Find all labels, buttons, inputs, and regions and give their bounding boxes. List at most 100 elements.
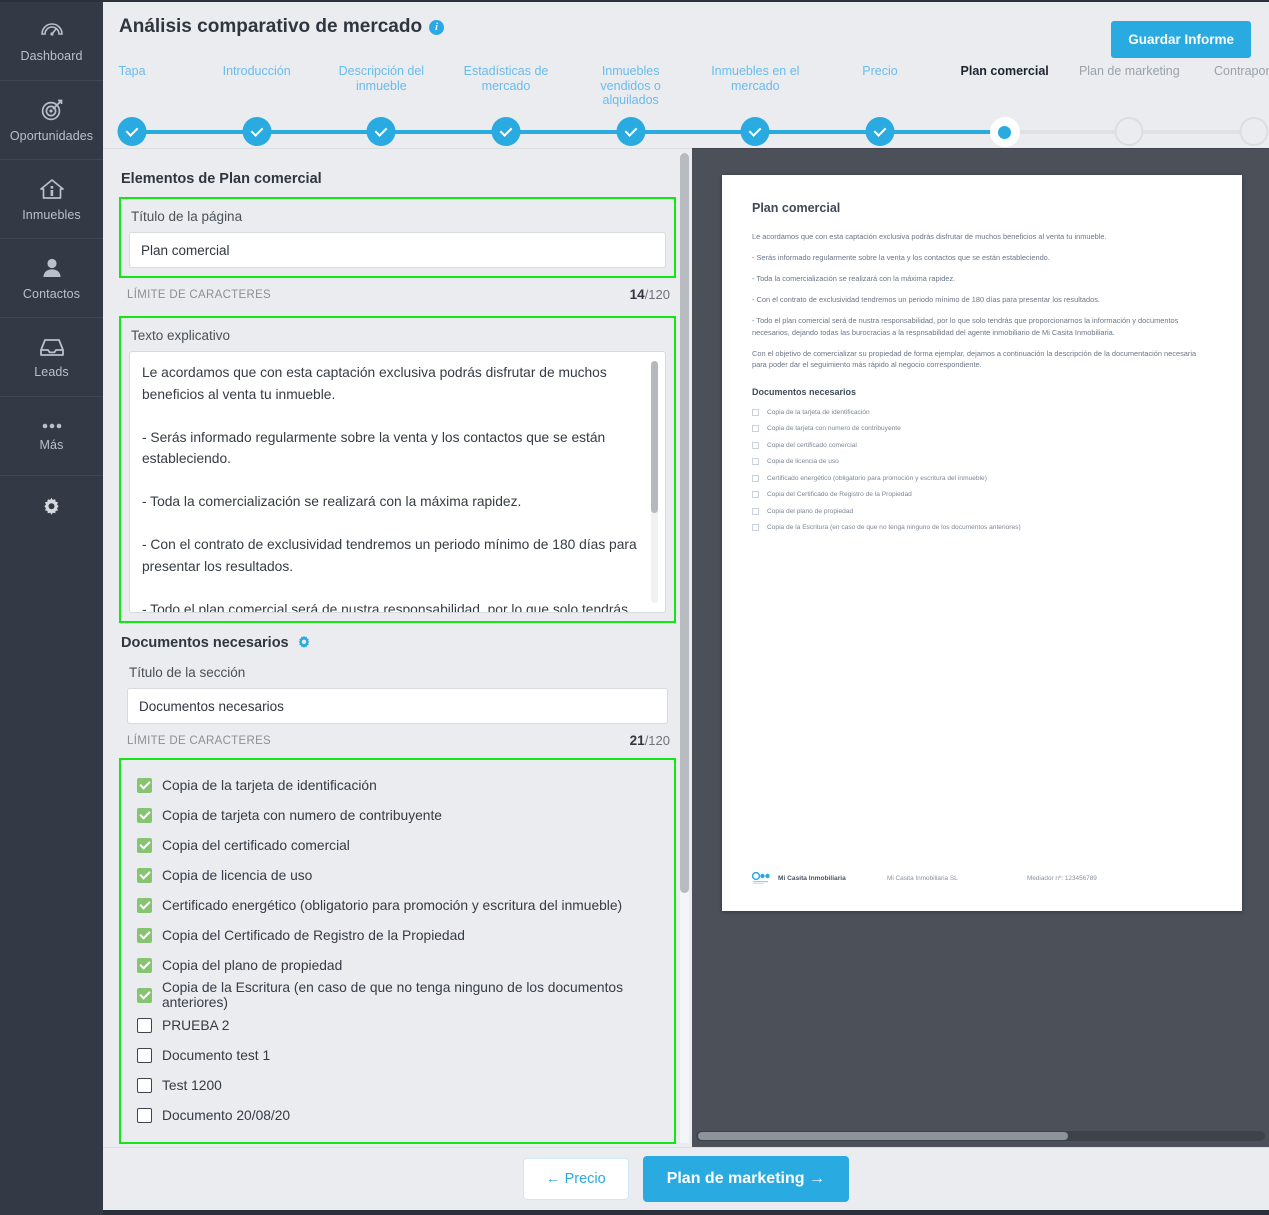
page-title-input[interactable] [129, 232, 666, 268]
document-checkbox-row[interactable]: PRUEBA 2 [137, 1010, 664, 1040]
stepper-dot-7[interactable] [865, 117, 895, 146]
preview-document-row: Copia de la Escritura (en caso de que no… [752, 524, 1212, 531]
section-title-label: Título de la sección [129, 665, 246, 680]
document-checkbox-label: Documento 20/08/20 [162, 1107, 291, 1123]
sidebar-item-leads[interactable]: Leads [0, 318, 103, 397]
checkbox-checked-icon[interactable] [137, 837, 152, 853]
document-checkbox-label: Copia de la tarjeta de identificación [162, 777, 377, 793]
preview-horizontal-scrollbar[interactable] [696, 1131, 1265, 1141]
document-checkbox-row[interactable]: Test 1200 [137, 1070, 664, 1100]
checkbox-unchecked-icon[interactable] [137, 1077, 152, 1093]
form-scrollbar[interactable] [680, 153, 689, 1143]
textarea-scroll-thumb[interactable] [651, 361, 658, 513]
checkbox-checked-icon[interactable] [137, 897, 152, 913]
document-checkbox-row[interactable]: Documento 20/08/20 [137, 1100, 664, 1130]
info-icon[interactable]: i [429, 19, 445, 35]
checkbox-unchecked-icon[interactable] [137, 1107, 152, 1123]
preview-paragraph: Le acordamos que con esta captación excl… [752, 232, 1107, 241]
preview-document-label: Copia de licencia de uso [767, 458, 839, 465]
sidebar-settings-button[interactable] [0, 476, 103, 536]
document-checkbox-label: Copia de tarjeta con numero de contribuy… [162, 807, 442, 823]
limit-current: 14 [629, 287, 645, 302]
checkbox-unchecked-icon [752, 425, 759, 432]
checkbox-unchecked-icon[interactable] [137, 1047, 152, 1063]
document-checkbox-row[interactable]: Copia del Certificado de Registro de la … [137, 920, 664, 950]
document-checkbox-row[interactable]: Copia de la Escritura (en caso de que no… [137, 980, 664, 1010]
sidebar-item-mas[interactable]: Más [0, 397, 103, 476]
stepper-label-5[interactable]: Inmuebles vendidos o alquilados [576, 64, 686, 108]
sidebar-item-oportunidades[interactable]: Oportunidades [0, 81, 103, 160]
save-report-button[interactable]: Guardar Informe [1111, 21, 1251, 58]
preview-mediator-number: Mediador nº: 123456789 [1027, 874, 1097, 882]
sidebar-item-contactos[interactable]: Contactos [0, 239, 103, 318]
limit-max: /120 [644, 287, 670, 302]
previous-step-button[interactable]: ← Precio [523, 1158, 629, 1200]
page-title-limit-row: LÍMITE DE CARACTERES 14/120 [119, 278, 676, 302]
elements-section-title: Elementos de Plan comercial [121, 171, 322, 187]
document-checkbox-row[interactable]: Documento test 1 [137, 1040, 664, 1070]
stepper-label-9[interactable]: Plan de marketing [1064, 64, 1194, 79]
preview-scroll-thumb[interactable] [698, 1132, 1068, 1140]
document-checkbox-row[interactable]: Copia de tarjeta con numero de contribuy… [137, 800, 664, 830]
checkbox-unchecked-icon [752, 474, 759, 482]
checkbox-checked-icon[interactable] [137, 987, 152, 1003]
stepper-dot-2[interactable] [242, 117, 272, 146]
document-checkbox-label: Copia del Certificado de Registro de la … [162, 927, 465, 943]
document-checkbox-row[interactable]: Copia del plano de propiedad [137, 950, 664, 980]
section-title-input[interactable] [127, 688, 668, 724]
stepper-dot-4[interactable] [491, 117, 521, 146]
sidebar-item-inmuebles[interactable]: Inmuebles [0, 160, 103, 239]
preview-paragraphs: Le acordamos que con esta captación excl… [752, 231, 1212, 371]
stepper-dot-6[interactable] [740, 117, 770, 146]
document-checkbox-label: Certificado energético (obligatorio para… [162, 897, 623, 913]
preview-document-row: Copia de tarjeta con numero de contribuy… [752, 425, 1212, 432]
checkbox-checked-icon[interactable] [137, 927, 152, 943]
stepper-label-6[interactable]: Inmuebles en el mercado [700, 64, 810, 93]
stepper-label-10[interactable]: Contraportada [1189, 64, 1269, 79]
checkbox-checked-icon[interactable] [137, 777, 152, 793]
limit-max: /120 [644, 733, 670, 748]
textarea-scrollbar[interactable] [651, 361, 658, 603]
page-title-field-group: Título de la página [119, 197, 676, 278]
preview-paragraph: - Con el contrato de exclusividad tendre… [752, 295, 1100, 304]
explanatory-label: Texto explicativo [131, 328, 231, 343]
stepper-label-3[interactable]: Descripción del inmueble [326, 64, 436, 93]
stepper-dot-9[interactable] [1114, 117, 1144, 146]
form-scroll-thumb[interactable] [680, 153, 689, 893]
document-checkbox-label: Copia de licencia de uso [162, 867, 313, 883]
stepper-label-1[interactable]: Tapa [77, 64, 187, 79]
stepper-dot-5[interactable] [616, 117, 646, 146]
preview-document-row: Certificado energético (obligatorio para… [752, 474, 1212, 482]
document-checkbox-row[interactable]: Copia de licencia de uso [137, 860, 664, 890]
stepper-dot-10[interactable] [1239, 117, 1269, 146]
checkbox-checked-icon[interactable] [137, 867, 152, 883]
stepper-label-2[interactable]: Introducción [202, 64, 312, 79]
document-checkbox-row[interactable]: Copia del certificado comercial [137, 830, 664, 860]
person-icon [41, 256, 63, 280]
checkbox-checked-icon[interactable] [137, 957, 152, 973]
stepper-label-7[interactable]: Precio [825, 64, 935, 79]
checkbox-unchecked-icon[interactable] [137, 1017, 152, 1033]
stepper-dot-8[interactable] [989, 117, 1020, 147]
stepper-dot-1[interactable] [117, 117, 147, 146]
document-checkbox-row[interactable]: Copia de la tarjeta de identificación [137, 770, 664, 800]
document-checkbox-label: Copia de la Escritura (en caso de que no… [162, 980, 623, 1010]
document-checkbox-label: PRUEBA 2 [162, 1017, 230, 1033]
preview-document-row: Copia del plano de propiedad [752, 507, 1212, 515]
preview-legal-name: Mi Casita Inmobiliaria SL [887, 874, 958, 882]
app-root: Dashboard Oportunidades Inmuebles Contac… [0, 0, 1269, 1215]
next-step-button[interactable]: Plan de marketing → [642, 1156, 849, 1202]
limit-label: LÍMITE DE CARACTERES [127, 734, 272, 747]
checkbox-unchecked-icon [752, 441, 759, 449]
explanatory-textarea[interactable]: Le acordamos que con esta captación excl… [129, 351, 666, 613]
preview-documents-heading: Documentos necesarios [752, 386, 857, 397]
stepper-label-4[interactable]: Estadísticas de mercado [451, 64, 561, 93]
preview-panel: Plan comercial Le acordamos que con esta… [692, 148, 1269, 1147]
gear-icon[interactable] [297, 635, 311, 651]
preview-paragraph: - Toda la comercialización se realizará … [752, 274, 956, 283]
preview-document-label: Copia del Certificado de Registro de la … [767, 491, 912, 498]
stepper-dot-3[interactable] [366, 117, 396, 146]
stepper-label-8[interactable]: Plan comercial [950, 64, 1060, 79]
checkbox-checked-icon[interactable] [137, 807, 152, 823]
document-checkbox-row[interactable]: Certificado energético (obligatorio para… [137, 890, 664, 920]
